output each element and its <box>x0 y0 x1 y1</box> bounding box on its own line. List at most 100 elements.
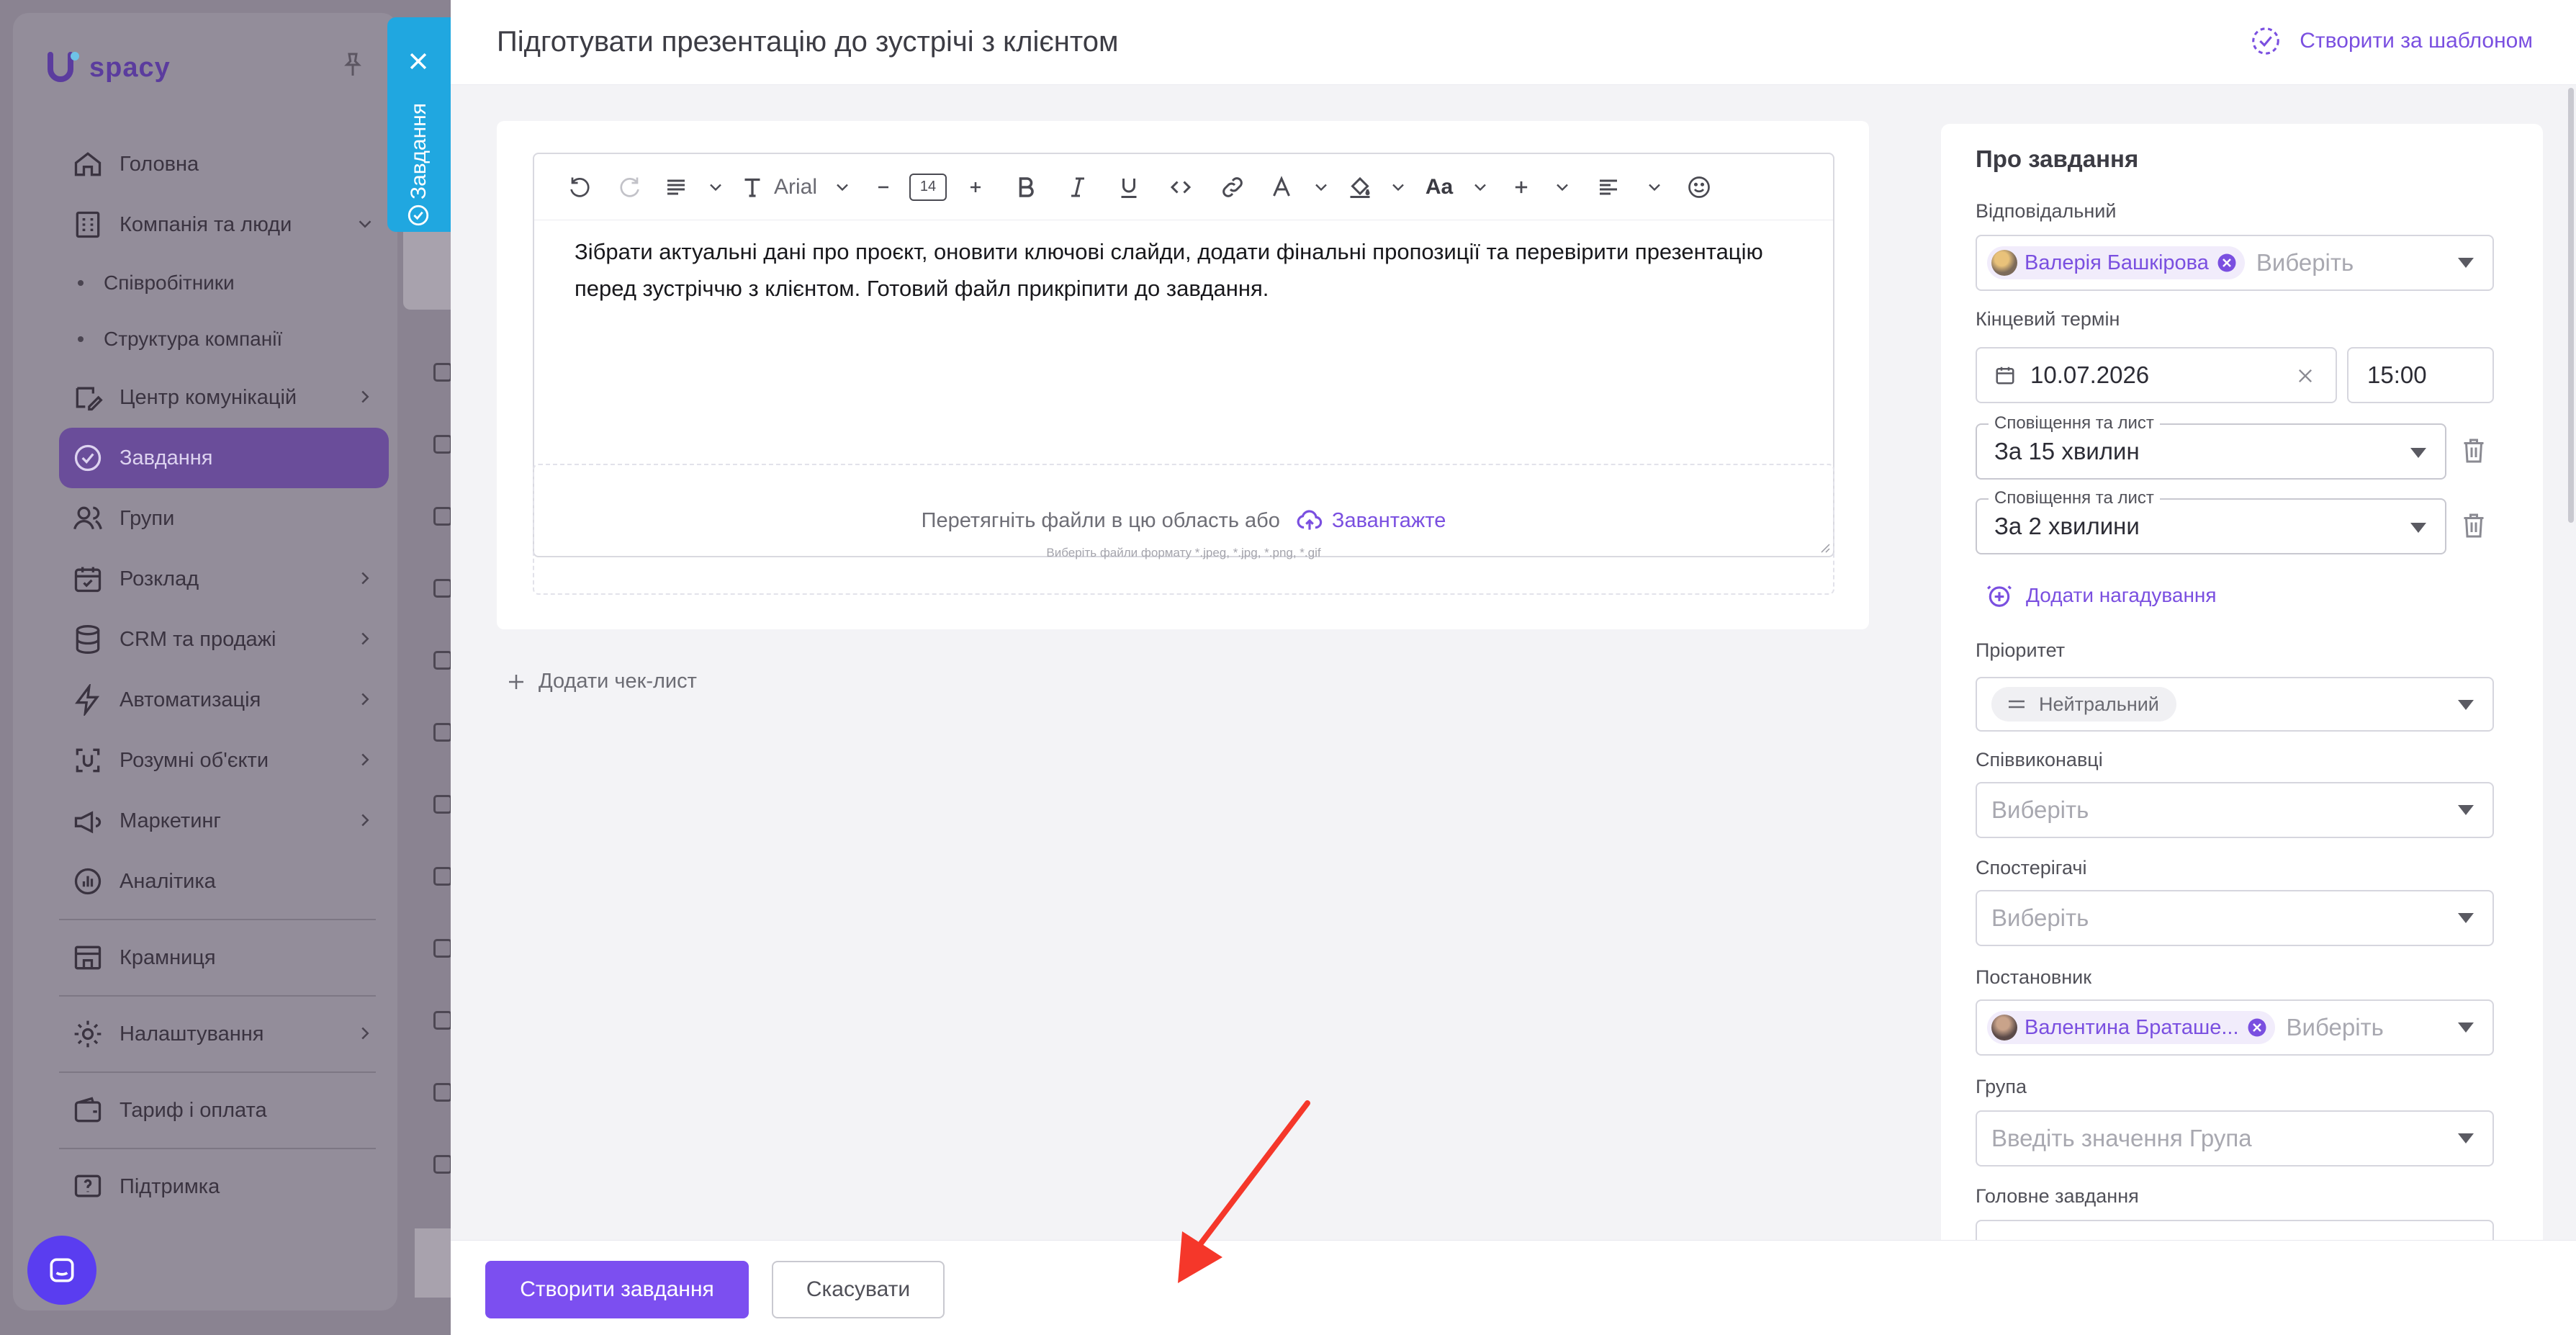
redo-button[interactable] <box>605 154 657 220</box>
pin-icon[interactable] <box>338 50 367 79</box>
sidebar-item-communications[interactable]: Центр комунікацій <box>46 367 389 428</box>
calendar-icon <box>74 567 102 593</box>
cancel-button[interactable]: Скасувати <box>772 1261 945 1318</box>
avatar <box>1991 250 2017 276</box>
insert-dropdown[interactable] <box>1546 154 1578 220</box>
observers-select[interactable]: Виберіть <box>1976 890 2494 946</box>
scrollbar-thumb[interactable] <box>2568 88 2574 523</box>
reminder-select-2[interactable]: Сповіщення та лист За 2 хвилини <box>1976 488 2446 554</box>
code-button[interactable] <box>1155 154 1207 220</box>
sidebar-item-home[interactable]: Головна <box>46 134 389 194</box>
alarm-plus-icon <box>1987 585 2012 607</box>
remove-chip-icon[interactable] <box>2246 1017 2268 1038</box>
plus-icon <box>509 674 523 689</box>
deadline-time-field[interactable]: 15:00 <box>2347 347 2494 403</box>
insert-button[interactable] <box>1496 154 1546 220</box>
sidebar-item-crm[interactable]: CRM та продажі <box>46 609 389 670</box>
template-button-label: Створити за шаблоном <box>2300 29 2533 53</box>
plus-icon <box>970 181 981 192</box>
sidebar-item-company[interactable]: Компанія та люди <box>46 194 389 255</box>
cloud-upload-icon <box>1297 510 1323 530</box>
italic-button[interactable] <box>1053 154 1103 220</box>
parent-task-label: Головне завдання <box>1976 1185 2139 1207</box>
sidebar-item-label: Структура компанії <box>104 328 283 350</box>
sidebar-item-marketing[interactable]: Маркетинг <box>46 791 389 851</box>
logo[interactable]: spacy <box>43 48 171 88</box>
sidebar-item-label: Розклад <box>120 567 199 590</box>
text-color-button[interactable] <box>1258 154 1305 220</box>
sidebar-item-tasks[interactable]: Завдання <box>59 428 389 488</box>
text-case-dropdown[interactable] <box>1464 154 1496 220</box>
home-icon <box>74 152 102 176</box>
align-dropdown[interactable] <box>1639 154 1670 220</box>
undo-button[interactable] <box>553 154 605 220</box>
close-icon[interactable] <box>406 49 431 73</box>
side-tab-label: Завдання <box>407 103 431 199</box>
chat-launcher-button[interactable] <box>27 1236 96 1305</box>
sidebar-subitem-structure[interactable]: Структура компанії <box>46 311 389 367</box>
emoji-button[interactable] <box>1670 154 1728 220</box>
clear-icon[interactable] <box>2295 366 2315 386</box>
chevron-down-icon <box>1392 184 1404 191</box>
add-checklist-label: Додати чек-лист <box>539 670 697 693</box>
sidebar-item-label: Компанія та люди <box>120 212 292 236</box>
reminder-value: За 2 хвилини <box>1994 513 2140 539</box>
sidebar-item-groups[interactable]: Групи <box>46 488 389 549</box>
tasks-side-tab[interactable]: Завдання <box>387 17 451 232</box>
file-dropzone[interactable]: Перетягніть файли в цю область або Заван… <box>533 464 1834 595</box>
paragraph-dropdown[interactable] <box>695 154 736 220</box>
task-title[interactable]: Підготувати презентацію до зустрічі з кл… <box>497 26 1118 58</box>
underline-button[interactable] <box>1103 154 1155 220</box>
description-text[interactable]: Зібрати актуальні дані про проєкт, онови… <box>534 220 1833 320</box>
task-create-drawer: Підготувати презентацію до зустрічі з кл… <box>451 0 2576 1335</box>
sidebar-item-billing[interactable]: Тариф і оплата <box>46 1080 389 1141</box>
minus-icon <box>878 186 888 188</box>
creator-select[interactable]: Валентина Браташе... Виберіть <box>1976 999 2494 1056</box>
priority-select[interactable]: Нейтральний <box>1976 677 2494 732</box>
sidebar-item-label: Аналітика <box>120 869 216 893</box>
drawer-scrollbar[interactable] <box>2566 85 2576 1244</box>
sidebar-item-settings[interactable]: Налаштування <box>46 1004 389 1064</box>
font-family-button[interactable] <box>736 154 769 220</box>
align-button[interactable] <box>1578 154 1639 220</box>
deadline-date-field[interactable]: 10.07.2026 <box>1976 347 2337 403</box>
groups-icon <box>73 506 102 530</box>
background-checkbox <box>433 1155 452 1174</box>
font-family-dropdown[interactable] <box>822 154 863 220</box>
link-button[interactable] <box>1207 154 1258 220</box>
create-from-template-button[interactable]: Створити за шаблоном <box>2249 24 2533 58</box>
upload-link[interactable]: Завантажте <box>1296 507 1446 534</box>
reminder-select-1[interactable]: Сповіщення та лист За 15 хвилин <box>1976 413 2446 480</box>
responsible-select[interactable]: Валерія Башкірова Виберіть <box>1976 235 2494 291</box>
sidebar-item-store[interactable]: Крамниця <box>46 927 389 988</box>
create-task-button[interactable]: Створити завдання <box>485 1261 749 1318</box>
remove-chip-icon[interactable] <box>2216 252 2238 274</box>
sidebar-item-smart-objects[interactable]: Розумні об'єкти <box>46 730 389 791</box>
sidebar-item-schedule[interactable]: Розклад <box>46 549 389 609</box>
sidebar-item-analytics[interactable]: Аналітика <box>46 851 389 912</box>
group-select[interactable]: Введіть значення Група <box>1976 1110 2494 1167</box>
coexecutors-select[interactable]: Виберіть <box>1976 782 2494 838</box>
sidebar-item-label: Завдання <box>120 446 213 469</box>
caret-down-icon <box>2410 448 2426 458</box>
bold-button[interactable] <box>999 154 1053 220</box>
delete-reminder-icon[interactable] <box>2461 511 2487 540</box>
increase-font-size-button[interactable] <box>952 154 999 220</box>
add-reminder-label: Додати нагадування <box>2026 584 2217 606</box>
sidebar-item-automation[interactable]: Автоматизація <box>46 670 389 730</box>
decrease-font-size-button[interactable] <box>863 154 904 220</box>
sidebar-item-support[interactable]: Підтримка <box>46 1156 389 1217</box>
font-family-value[interactable]: Arial <box>769 154 822 220</box>
highlight-color-button[interactable] <box>1338 154 1382 220</box>
add-checklist-button[interactable]: Додати чек-лист <box>505 670 697 693</box>
text-color-dropdown[interactable] <box>1305 154 1338 220</box>
text-case-button[interactable]: Aa <box>1414 154 1464 220</box>
font-size-field[interactable]: 14 <box>904 154 952 220</box>
sidebar-subitem-employees[interactable]: Співробітники <box>46 255 389 311</box>
delete-reminder-icon[interactable] <box>2461 436 2487 465</box>
priority-chip: Нейтральний <box>1991 687 2176 722</box>
highlight-color-dropdown[interactable] <box>1382 154 1414 220</box>
paragraph-style-button[interactable] <box>657 154 695 220</box>
add-reminder-button[interactable]: Додати нагадування <box>1986 582 2217 609</box>
background-checkbox <box>433 363 452 382</box>
